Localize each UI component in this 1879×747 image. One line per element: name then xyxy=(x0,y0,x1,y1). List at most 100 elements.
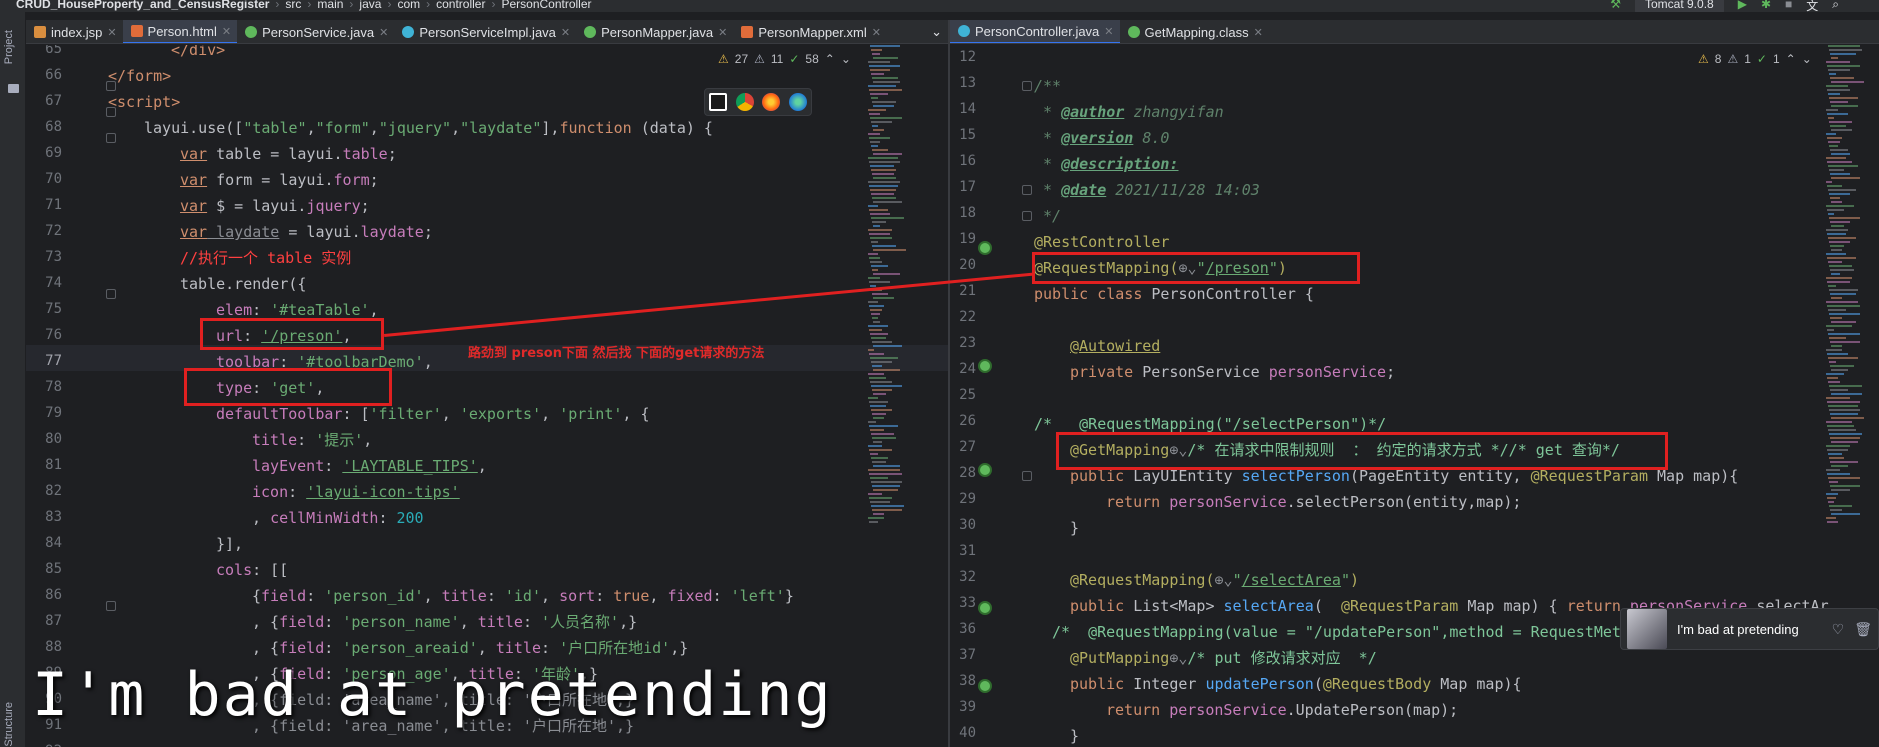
breadcrumb-item[interactable]: PersonController xyxy=(501,0,591,11)
code-line-37: @PutMapping⊕⌄/* put 修改请求对应 */ xyxy=(1070,645,1377,671)
close-icon[interactable]: ✕ xyxy=(561,26,570,39)
fold-icon[interactable] xyxy=(106,133,116,143)
chrome-icon[interactable] xyxy=(735,93,754,111)
debug-icon[interactable]: ✱ xyxy=(1761,0,1771,12)
close-icon[interactable]: ✕ xyxy=(872,26,881,39)
minimap-line xyxy=(1826,325,1852,327)
chevron-down-icon[interactable]: ⌄ xyxy=(1802,52,1812,66)
minimap-line xyxy=(1830,77,1854,79)
tab-person-controller[interactable]: PersonController.java ✕ xyxy=(950,20,1120,43)
spring-bean-icon[interactable] xyxy=(978,241,992,255)
build-icon[interactable]: ⚒ xyxy=(1610,0,1621,12)
globe-icon[interactable]: ⊕⌄ xyxy=(1215,571,1233,589)
trash-icon[interactable]: 🗑 xyxy=(1854,621,1872,638)
tab-index-jsp[interactable]: index.jsp ✕ xyxy=(26,20,123,43)
structure-tool-window-button[interactable]: Structure xyxy=(3,702,15,747)
folder-icon[interactable] xyxy=(8,84,19,93)
code-line-83: , cellMinWidth: 200 xyxy=(252,505,424,531)
right-minimap[interactable] xyxy=(1826,45,1866,645)
fold-icon[interactable] xyxy=(1022,211,1032,221)
breadcrumb-item[interactable]: com xyxy=(397,0,420,11)
run-icon[interactable]: ▶ xyxy=(1738,0,1747,12)
code-token: 'person_name' xyxy=(342,613,460,631)
tab-person-mapper-xml[interactable]: PersonMapper.xml ✕ xyxy=(733,20,887,43)
interface-icon xyxy=(584,26,597,38)
code-token: 'exports' xyxy=(459,405,542,423)
annotation-note: 路劲到 preson下面 然后找 下面的get请求的方法 xyxy=(468,346,765,361)
tab-person-mapper-java[interactable]: PersonMapper.java ✕ xyxy=(576,20,733,43)
close-icon[interactable]: ✕ xyxy=(222,25,231,38)
minimap-line xyxy=(869,449,892,451)
song-title: I'm bad at pretending xyxy=(1677,621,1799,637)
left-editor[interactable]: 65 66 67 68 69 70 71 72 73 74 75 76 77 78 79 80 81 82 83 84… xyxy=(26,45,948,747)
music-mini-player[interactable]: I'm bad at pretending ♡ 🗑 xyxy=(1620,608,1879,650)
line-number: 37 xyxy=(959,647,976,663)
chevron-up-icon[interactable]: ⌃ xyxy=(1786,52,1796,66)
tab-list-dropdown[interactable]: ⌄ xyxy=(923,20,948,43)
breadcrumb-item[interactable]: java xyxy=(359,0,381,11)
fold-icon[interactable] xyxy=(106,601,116,611)
tab-person-service-impl[interactable]: PersonServiceImpl.java ✕ xyxy=(394,20,576,43)
weak-warning-count: 1 xyxy=(1744,52,1751,66)
spring-bean-icon[interactable] xyxy=(978,679,992,693)
code-token: } xyxy=(1070,727,1080,745)
code-token: </div> xyxy=(171,45,226,59)
minimap-line xyxy=(1829,169,1844,171)
fold-icon[interactable] xyxy=(1022,81,1032,91)
chevron-up-icon[interactable]: ⌃ xyxy=(825,52,835,66)
translate-icon[interactable]: 文 xyxy=(1806,0,1818,12)
line-number: 69 xyxy=(45,145,62,161)
code-token: form xyxy=(333,171,370,189)
spring-bean-icon[interactable] xyxy=(978,463,992,477)
toolbar-right: ⚒ Tomcat 9.0.8 ▶ ✱ ■ 文 ⌕ xyxy=(1610,0,1839,12)
fold-icon[interactable] xyxy=(106,289,116,299)
minimap-line xyxy=(1826,493,1838,495)
minimap-line xyxy=(868,85,896,87)
chevron-down-icon[interactable]: ⌄ xyxy=(841,52,851,66)
globe-icon[interactable]: ⊕⌄ xyxy=(1169,649,1187,667)
close-icon[interactable]: ✕ xyxy=(1254,26,1263,39)
heart-icon[interactable]: ♡ xyxy=(1832,621,1845,638)
code-line-86: {field: 'person_id', title: 'id', sort: … xyxy=(252,583,794,609)
breadcrumb-item[interactable]: src xyxy=(285,0,301,11)
tab-person-service[interactable]: PersonService.java ✕ xyxy=(237,20,394,43)
close-icon[interactable]: ✕ xyxy=(718,26,727,39)
stop-icon[interactable]: ■ xyxy=(1785,0,1792,12)
minimap-line xyxy=(1830,365,1854,367)
minimap-line xyxy=(868,157,898,159)
minimap-line xyxy=(873,249,906,251)
project-tool-window-button[interactable]: Project xyxy=(3,30,15,64)
edge-icon[interactable] xyxy=(788,93,807,111)
close-icon[interactable]: ✕ xyxy=(379,26,388,39)
code-token: , xyxy=(649,587,668,605)
minimap-line xyxy=(868,109,886,111)
run-configuration-select[interactable]: Tomcat 9.0.8 xyxy=(1635,0,1724,12)
right-inspection-widget[interactable]: ⚠ 8 ⚠ 1 ✓ 1 ⌃ ⌄ xyxy=(1698,52,1812,66)
close-icon[interactable]: ✕ xyxy=(1104,25,1113,38)
spring-bean-icon[interactable] xyxy=(978,359,992,373)
code-line-14: * @author zhangyifan xyxy=(1034,99,1224,125)
intellij-browser-icon[interactable] xyxy=(709,93,728,111)
tab-label: GetMapping.class xyxy=(1144,24,1249,40)
tab-get-mapping-class[interactable]: GetMapping.class ✕ xyxy=(1120,20,1269,43)
close-icon[interactable]: ✕ xyxy=(107,26,116,39)
minimap-line xyxy=(1830,149,1848,151)
minimap-line xyxy=(872,461,886,463)
breadcrumb-item[interactable]: controller xyxy=(436,0,485,11)
minimap-line xyxy=(873,105,894,107)
left-minimap[interactable] xyxy=(868,45,908,645)
firefox-icon[interactable] xyxy=(762,93,781,111)
minimap-line xyxy=(869,329,882,331)
breadcrumb-item[interactable]: main xyxy=(317,0,343,11)
search-icon[interactable]: ⌕ xyxy=(1832,0,1839,12)
code-token: var xyxy=(180,223,208,241)
tab-person-html[interactable]: Person.html ✕ xyxy=(122,20,238,43)
fold-icon[interactable] xyxy=(1022,185,1032,195)
left-inspection-widget[interactable]: ⚠ 27 ⚠ 11 ✓ 58 ⌃ ⌄ xyxy=(718,52,851,66)
breadcrumb-project[interactable]: CRUD_HouseProperty_and_CensusRegister xyxy=(16,0,269,11)
fold-icon[interactable] xyxy=(1022,471,1032,481)
minimap-line xyxy=(870,381,892,383)
spring-bean-icon[interactable] xyxy=(978,601,992,615)
album-cover[interactable] xyxy=(1627,609,1667,649)
code-token: , xyxy=(306,119,316,137)
